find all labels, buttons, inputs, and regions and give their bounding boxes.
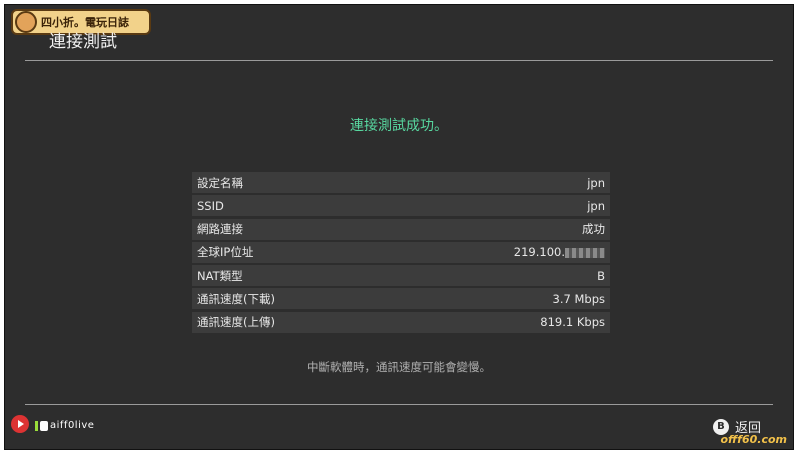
bottom-left-status: aiff0live <box>11 415 94 433</box>
info-row-download-speed: 通訊速度(下載) 3.7 Mbps <box>192 288 610 310</box>
info-row-upload-speed: 通訊速度(上傳) 819.1 Kbps <box>192 311 610 333</box>
info-value: 819.1 Kbps <box>540 315 605 330</box>
info-row-nat-type: NAT類型 B <box>192 265 610 287</box>
info-value: jpn <box>587 175 605 190</box>
info-label: 設定名稱 <box>197 175 243 190</box>
watermark-right: offf60.com <box>720 433 787 446</box>
info-value-ip: 219.100. <box>514 245 605 259</box>
speed-note: 中斷軟體時，通訊速度可能會變慢。 <box>307 360 491 374</box>
info-value: 3.7 Mbps <box>552 291 605 306</box>
ip-redaction <box>565 247 605 258</box>
info-row-global-ip: 全球IP位址 219.100. <box>192 241 610 263</box>
screen: 四小折。電玩日誌 連接測試 連接測試成功。 設定名稱 jpn SSID jpn … <box>4 4 794 450</box>
info-row-ssid: SSID jpn <box>192 195 610 217</box>
ip-prefix: 219.100. <box>513 245 565 260</box>
joycon-icon <box>35 421 48 431</box>
watermark-left: aiff0live <box>50 420 95 431</box>
top-divider <box>25 60 773 61</box>
info-row-setting-name: 設定名稱 jpn <box>192 172 610 193</box>
page-title: 連接測試 <box>49 32 117 52</box>
info-label: 網路連接 <box>197 222 243 237</box>
controller-status <box>35 421 48 433</box>
info-value: jpn <box>587 198 605 213</box>
info-label: SSID <box>197 198 224 213</box>
info-row-connection: 網路連接 成功 <box>192 218 610 240</box>
info-label: 全球IP位址 <box>197 245 254 260</box>
info-label: NAT類型 <box>197 268 243 283</box>
info-value: B <box>597 268 605 283</box>
success-message: 連接測試成功。 <box>350 118 448 134</box>
info-value: 成功 <box>582 222 605 237</box>
bottom-divider <box>25 404 773 405</box>
mascot-icon <box>15 11 37 33</box>
info-label: 通訊速度(下載) <box>197 291 275 306</box>
connection-info-table: 設定名稱 jpn SSID jpn 網路連接 成功 全球IP位址 219.100… <box>192 172 610 335</box>
info-label: 通訊速度(上傳) <box>197 315 275 330</box>
youtube-icon <box>11 415 29 433</box>
